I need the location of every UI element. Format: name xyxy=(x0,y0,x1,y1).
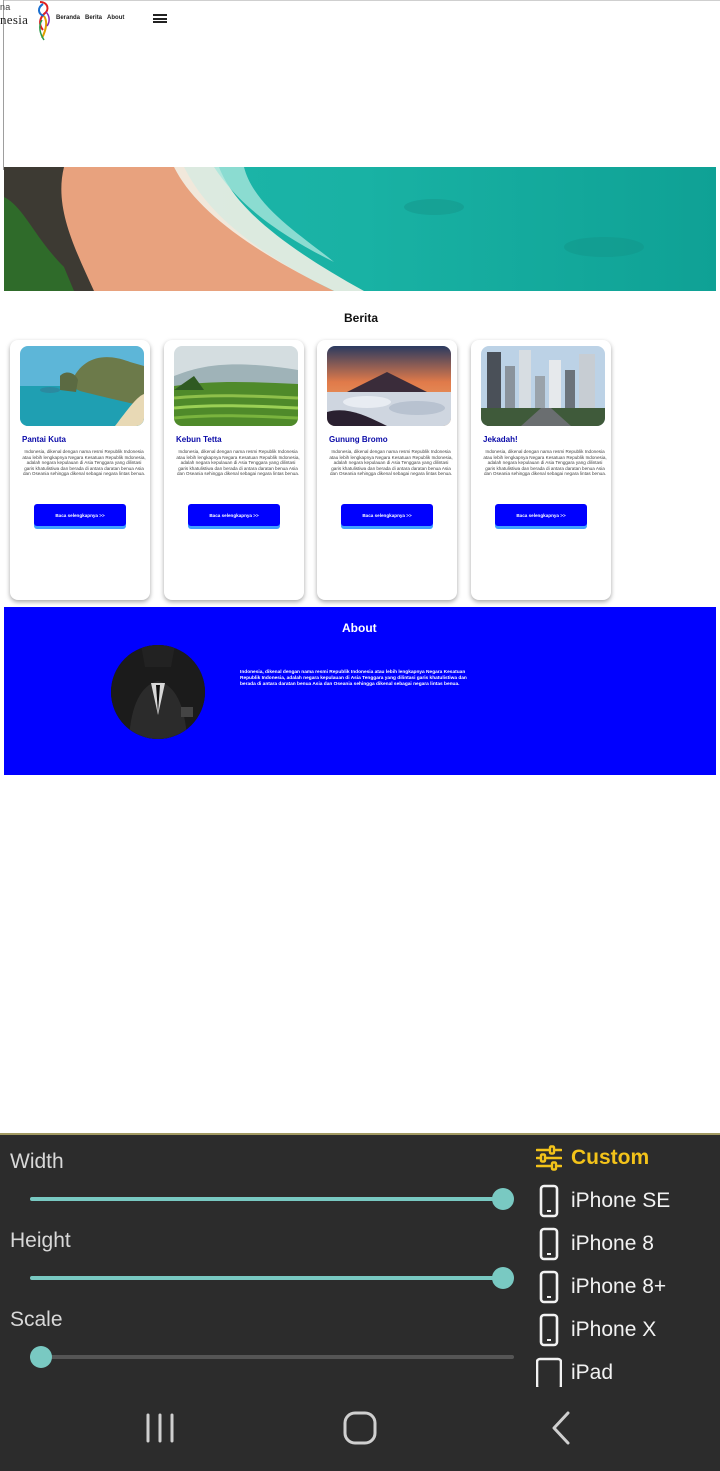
nav-link-about[interactable]: About xyxy=(107,15,124,21)
device-option-iphone-x[interactable]: iPhone X xyxy=(536,1313,656,1347)
scale-slider[interactable] xyxy=(30,1345,514,1369)
device-option-custom[interactable]: Custom xyxy=(536,1141,649,1175)
width-label: Width xyxy=(10,1150,64,1173)
card-image xyxy=(20,346,144,426)
card-title: Jekadah! xyxy=(483,435,518,444)
card-image xyxy=(174,346,298,426)
tablet-icon xyxy=(536,1357,562,1390)
phone-icon xyxy=(539,1227,559,1261)
width-slider-thumb[interactable] xyxy=(492,1188,514,1210)
phone-icon xyxy=(539,1313,559,1347)
device-label: iPhone X xyxy=(571,1318,657,1341)
about-section: About Indonesia, dikenal dengan nama res… xyxy=(4,607,716,775)
device-option-iphone-8[interactable]: iPhone 8 xyxy=(536,1227,654,1261)
width-slider[interactable] xyxy=(30,1187,514,1211)
berita-section-title: Berita xyxy=(344,311,379,325)
read-more-button[interactable]: Baca selengkapnya >> xyxy=(34,504,126,526)
device-label: iPad xyxy=(571,1361,614,1384)
device-label: iPhone 8+ xyxy=(571,1275,667,1298)
logo-text-top: na xyxy=(0,2,11,12)
phone-icon xyxy=(539,1184,559,1218)
read-more-button[interactable]: Baca selengkapnya >> xyxy=(188,504,280,526)
card-title: Gunung Bromo xyxy=(329,435,388,444)
site-navbar: na nesia Beranda Berita About xyxy=(0,0,720,42)
about-description: Indonesia, dikenal dengan nama resmi Rep… xyxy=(240,670,467,687)
scale-slider-track xyxy=(30,1355,514,1359)
height-slider-thumb[interactable] xyxy=(492,1267,514,1289)
card-description: Indonesia, dikenal dengan nama resmi Rep… xyxy=(483,449,607,477)
news-card: Jekadah! Indonesia, dikenal dengan nama … xyxy=(471,340,611,600)
card-description: Indonesia, dikenal dengan nama resmi Rep… xyxy=(22,449,146,477)
news-card: Pantai Kuta Indonesia, dikenal dengan na… xyxy=(10,340,150,600)
card-image xyxy=(327,346,451,426)
about-avatar xyxy=(111,645,205,739)
back-icon[interactable] xyxy=(540,1407,584,1451)
scale-slider-thumb[interactable] xyxy=(30,1346,52,1368)
width-slider-track xyxy=(30,1197,514,1201)
recent-apps-icon[interactable] xyxy=(138,1407,182,1451)
android-navigation-bar xyxy=(0,1387,720,1471)
website-preview: na nesia Beranda Berita About Berita Pan… xyxy=(0,0,720,1133)
height-slider-track xyxy=(30,1276,514,1280)
beach-aerial-image xyxy=(4,167,716,291)
nav-link-berita[interactable]: Berita xyxy=(85,15,102,21)
height-slider[interactable] xyxy=(30,1266,514,1290)
device-option-iphone-8-plus[interactable]: iPhone 8+ xyxy=(536,1270,666,1304)
card-image xyxy=(481,346,605,426)
nav-links: Beranda Berita About xyxy=(56,15,124,21)
sliders-icon xyxy=(536,1145,562,1171)
device-option-iphone-se[interactable]: iPhone SE xyxy=(536,1184,670,1218)
screen: na nesia Beranda Berita About Berita Pan… xyxy=(0,0,720,1471)
phone-icon xyxy=(539,1270,559,1304)
height-label: Height xyxy=(10,1229,71,1252)
home-icon[interactable] xyxy=(338,1407,382,1451)
card-title: Pantai Kuta xyxy=(22,435,67,444)
news-card: Kebun Tetta Indonesia, dikenal dengan na… xyxy=(164,340,304,600)
card-description: Indonesia, dikenal dengan nama resmi Rep… xyxy=(176,449,300,477)
about-section-title: About xyxy=(342,621,377,635)
nav-link-beranda[interactable]: Beranda xyxy=(56,15,80,21)
hamburger-menu-icon[interactable] xyxy=(153,14,167,24)
logo-text-bottom: nesia xyxy=(0,12,29,27)
device-option-ipad[interactable]: iPad xyxy=(536,1356,613,1390)
device-label: iPhone SE xyxy=(571,1189,671,1212)
hero-banner-image xyxy=(4,167,716,291)
card-description: Indonesia, dikenal dengan nama resmi Rep… xyxy=(329,449,453,477)
read-more-button[interactable]: Baca selengkapnya >> xyxy=(341,504,433,526)
logo-bird-icon xyxy=(38,1,50,41)
scale-label: Scale xyxy=(10,1308,63,1331)
read-more-button[interactable]: Baca selengkapnya >> xyxy=(495,504,587,526)
card-title: Kebun Tetta xyxy=(176,435,222,444)
news-card: Gunung Bromo Indonesia, dikenal dengan n… xyxy=(317,340,457,600)
device-emulator-panel: Width Height Scale Custom iPhone SE iPho… xyxy=(0,1133,720,1390)
device-label: iPhone 8 xyxy=(571,1232,654,1255)
wonderful-indonesia-logo[interactable]: na nesia xyxy=(0,0,54,42)
device-label: Custom xyxy=(571,1146,650,1169)
